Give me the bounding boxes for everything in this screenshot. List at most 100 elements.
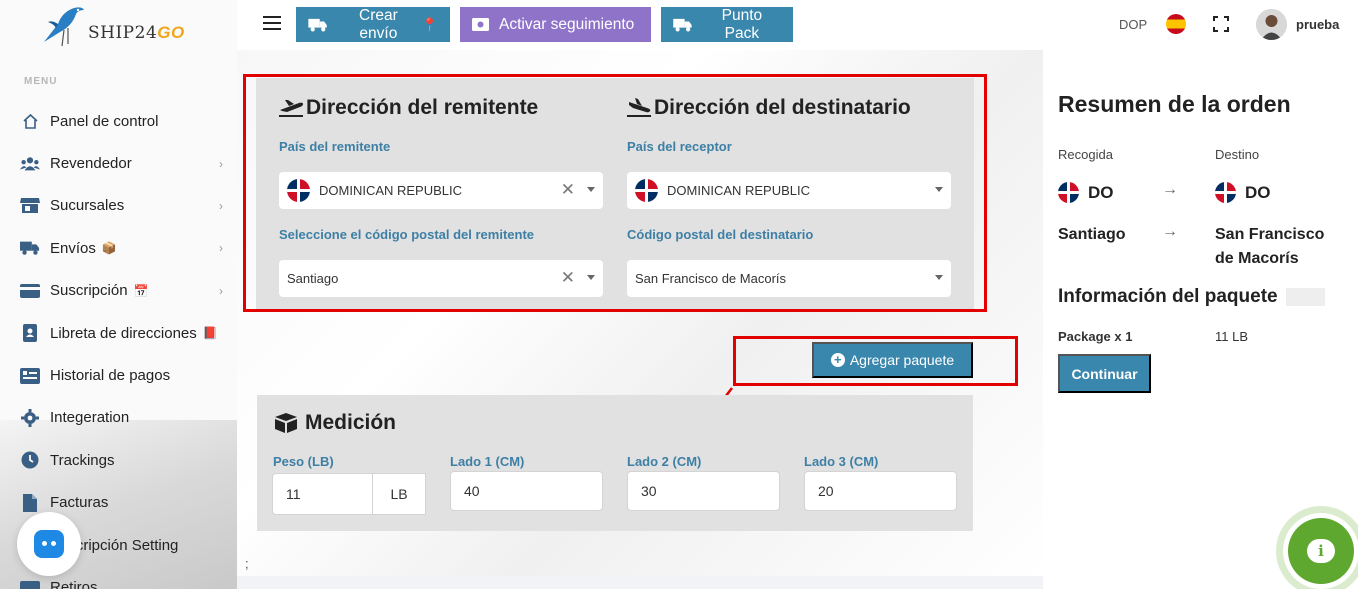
sidebar-item-integration[interactable]: Integeration: [0, 397, 237, 439]
weight-input[interactable]: 11: [272, 473, 373, 515]
destination-city: San Francisco de Macorís: [1215, 226, 1325, 267]
sidebar-item-label: Libreta de direcciones: [50, 324, 197, 342]
card-icon: [20, 282, 40, 300]
truck-icon: [673, 18, 692, 31]
logo-wordmark: SHIP24GO: [88, 23, 185, 43]
activate-tracking-button[interactable]: Activar seguimiento: [460, 7, 651, 42]
hamburger-menu-icon[interactable]: [263, 16, 281, 30]
destination-country: DO: [1215, 182, 1271, 203]
measurement-title-text: Medición: [305, 411, 397, 434]
side3-input[interactable]: 20: [804, 471, 957, 511]
sidebar-item-label: Suscripción: [50, 282, 128, 300]
sidebar: SHIP24GO MENU Panel de control Revendedo…: [0, 0, 237, 589]
help-widget-button[interactable]: i: [1276, 506, 1358, 589]
footer-text: ;: [245, 556, 249, 571]
sidebar-item-label: Historial de pagos: [50, 367, 171, 385]
continue-button[interactable]: Continuar: [1058, 354, 1151, 393]
bird-logo-icon: [44, 7, 84, 47]
side1-label: Lado 1 (CM): [450, 454, 525, 469]
logo-text: SHIP24: [88, 23, 158, 43]
address-book-icon: [20, 324, 40, 343]
info-icon: i: [1307, 539, 1335, 563]
highlight-box-address: [243, 74, 987, 312]
package-count: Package x 1: [1058, 329, 1133, 344]
username[interactable]: prueba: [1296, 17, 1339, 32]
sidebar-item-label: Panel de control: [50, 112, 159, 130]
pickup-label: Recogida: [1058, 147, 1113, 162]
chevron-right-icon: ›: [219, 241, 223, 256]
ghost-badge: [1286, 288, 1325, 306]
pickup-country: DO: [1058, 182, 1114, 203]
sidebar-item-label: Sucursales: [50, 197, 125, 215]
avatar[interactable]: [1256, 9, 1287, 40]
truck-icon: [20, 239, 40, 257]
side2-label: Lado 2 (CM): [627, 454, 702, 469]
store-icon: [20, 197, 40, 215]
chat-widget-button[interactable]: [17, 512, 81, 576]
sidebar-item-label: Integeration: [50, 409, 130, 427]
sidebar-item-panel[interactable]: Panel de control: [0, 100, 237, 142]
logo-accent: GO: [157, 23, 185, 42]
dominican-flag-icon: [1058, 182, 1079, 203]
sidebar-item-label: Revendedor: [50, 155, 132, 173]
users-icon: [20, 155, 40, 173]
help-core: i: [1288, 518, 1354, 584]
package-emoji-icon: 📦: [101, 241, 117, 256]
sidebar-item-label: Facturas: [50, 494, 109, 512]
gear-icon: [20, 408, 40, 427]
spain-flag-icon[interactable]: [1166, 14, 1186, 34]
top-bar: Crear envío 📍 Activar seguimiento Punto …: [237, 0, 1358, 50]
dominican-flag-icon: [1215, 182, 1236, 203]
arrow-right-icon: →: [1162, 181, 1178, 198]
sidebar-item-sucursales[interactable]: Sucursales ›: [0, 185, 237, 227]
side2-input[interactable]: 30: [627, 471, 780, 511]
package-weight: 11 LB: [1215, 329, 1249, 344]
wallet-icon: [20, 578, 40, 589]
sidebar-item-label: Envíos: [50, 239, 96, 257]
chat-icon: [34, 530, 64, 558]
home-icon: [20, 112, 40, 130]
sidebar-item-suscripcion[interactable]: Suscripción 📅 ›: [0, 270, 237, 312]
menu-label: MENU: [24, 76, 58, 87]
pack-point-button[interactable]: Punto Pack: [661, 7, 793, 42]
book-emoji-icon: 📕: [202, 326, 218, 341]
destination-label: Destino: [1215, 147, 1260, 162]
pack-point-label: Punto Pack: [721, 6, 763, 42]
sidebar-item-trackings[interactable]: Trackings: [0, 439, 237, 481]
measurement-title: Medición: [273, 411, 396, 435]
chevron-right-icon: ›: [219, 156, 223, 171]
bottom-strip: [237, 576, 1043, 589]
side1-input[interactable]: 40: [450, 471, 603, 511]
activate-tracking-label: Activar seguimiento: [499, 15, 635, 33]
pickup-code: DO: [1088, 182, 1114, 202]
sidebar-item-envios[interactable]: Envíos 📦 ›: [0, 227, 237, 269]
money-icon: [472, 18, 489, 31]
file-icon: [20, 493, 40, 512]
destination-code: DO: [1245, 182, 1271, 202]
summary-title: Resumen de la orden: [1058, 91, 1291, 117]
logo[interactable]: SHIP24GO: [38, 2, 198, 50]
weight-label: Peso (LB): [273, 454, 334, 469]
calendar-emoji-icon: 📅: [133, 283, 149, 298]
truck-icon: [308, 18, 327, 31]
pin-icon: 📍: [421, 16, 438, 32]
weight-unit: LB: [372, 473, 426, 515]
clock-icon: [20, 451, 40, 469]
help-ring: i: [1283, 513, 1358, 589]
side3-label: Lado 3 (CM): [804, 454, 879, 469]
boxes-icon: [275, 413, 297, 433]
history-icon: [20, 367, 40, 385]
chevron-right-icon: ›: [219, 283, 223, 298]
chevron-right-icon: ›: [219, 198, 223, 213]
create-shipment-label: Crear envío: [359, 6, 398, 42]
sidebar-item-revendedor[interactable]: Revendedor ›: [0, 142, 237, 184]
sidebar-item-label: Retiros: [50, 578, 98, 589]
sidebar-item-libreta[interactable]: Libreta de direcciones 📕: [0, 312, 237, 354]
arrow-right-icon: →: [1162, 223, 1178, 240]
pickup-city: Santiago: [1058, 226, 1126, 243]
currency-selector[interactable]: DOP: [1119, 17, 1147, 32]
fullscreen-icon[interactable]: [1213, 16, 1229, 32]
package-info-title: Información del paquete: [1058, 286, 1278, 307]
sidebar-item-historial[interactable]: Historial de pagos: [0, 354, 237, 396]
create-shipment-button[interactable]: Crear envío 📍: [296, 7, 450, 42]
